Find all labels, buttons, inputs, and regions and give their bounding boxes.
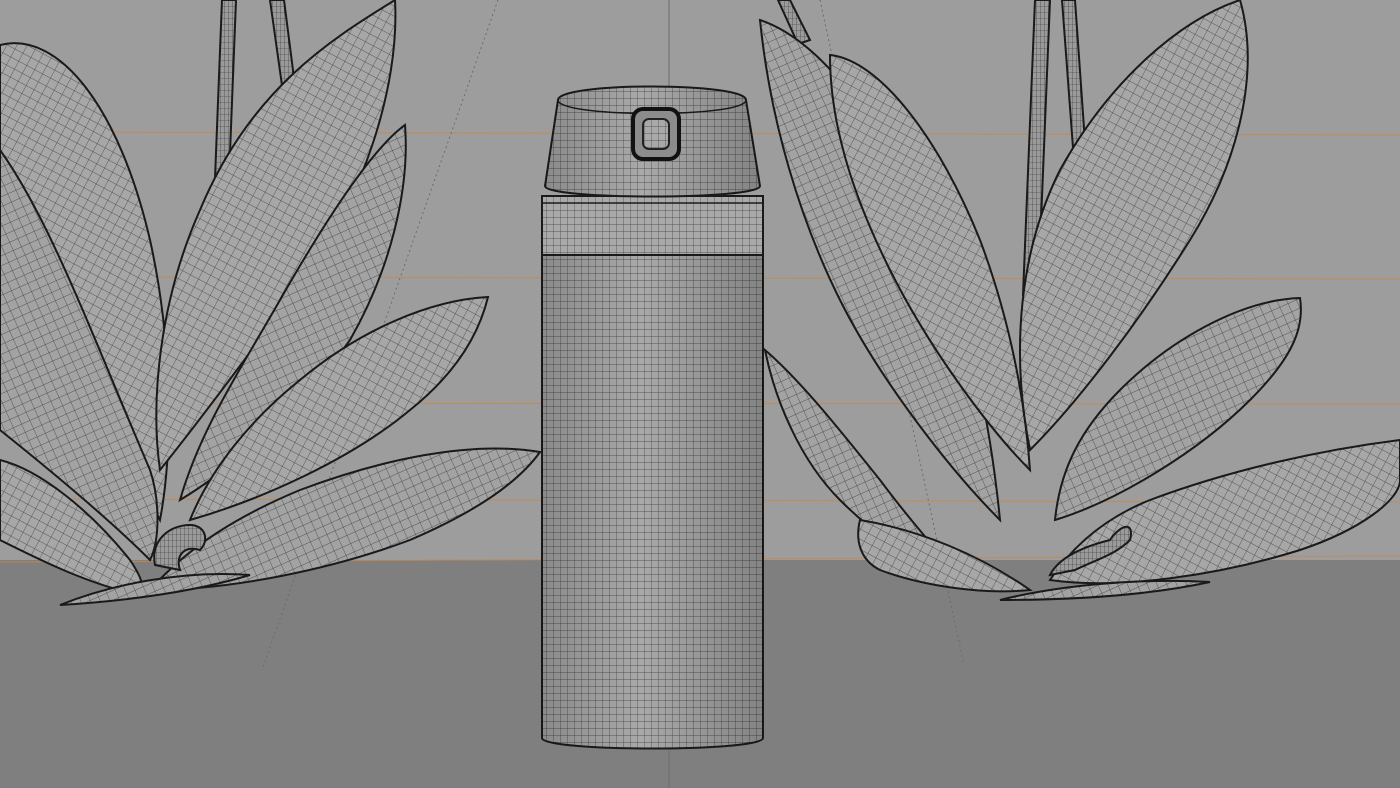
bottle-collar (541, 195, 764, 256)
thermos-bottle[interactable] (541, 85, 764, 750)
3d-viewport[interactable] (0, 0, 1400, 788)
viewport-scene[interactable] (0, 0, 1400, 788)
bottle-body-shading (542, 255, 763, 749)
lid-button-inner (642, 118, 670, 150)
